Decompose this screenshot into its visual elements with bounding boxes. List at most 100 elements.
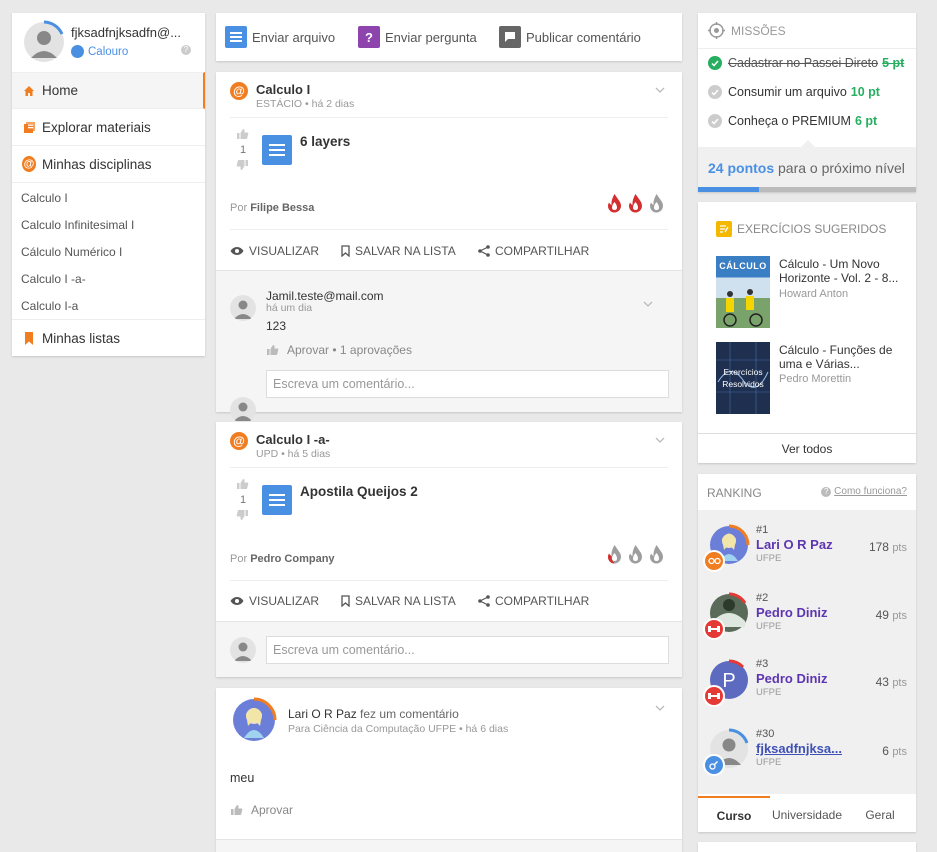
comment-input[interactable]: Escreva um comentário... [266, 636, 669, 664]
approve-link[interactable]: Aprovar [287, 343, 329, 357]
level-badge-icon [71, 45, 84, 58]
share-button[interactable]: COMPARTILHAR [478, 244, 589, 258]
chevron-down-icon[interactable] [655, 87, 665, 93]
document-icon[interactable] [262, 485, 292, 515]
chevron-down-icon[interactable] [643, 301, 653, 307]
commenter-avatar[interactable] [230, 295, 256, 321]
tab-geral[interactable]: Geral [844, 796, 916, 833]
comments-section: Escreva um comentário... [216, 621, 682, 677]
upvote-icon[interactable] [236, 478, 249, 490]
sidebar-item-my-subjects[interactable]: @ Minhas disciplinas [12, 146, 205, 183]
at-icon: @ [22, 156, 36, 172]
mission-points: 5 pt [882, 56, 905, 70]
book-cover[interactable]: CÁLCULO [716, 256, 770, 328]
post-subject[interactable]: Calculo I [256, 82, 354, 97]
subject-link[interactable]: Calculo I -a- [21, 272, 86, 286]
save-label: SALVAR NA LISTA [355, 244, 456, 258]
downvote-icon[interactable] [236, 159, 249, 171]
share-button[interactable]: COMPARTILHAR [478, 594, 589, 608]
see-all-link[interactable]: Ver todos [698, 442, 916, 456]
subject-link[interactable]: Cálculo Numérico I [21, 245, 122, 259]
mission-item[interactable]: Conheça o PREMIUM 6 pt [708, 114, 877, 128]
rank-name[interactable]: Lari O R Paz [756, 537, 833, 552]
comment-input[interactable]: Escreva um comentário... [266, 370, 669, 398]
send-file-button[interactable]: Enviar arquivo [225, 26, 335, 48]
rank-points-unit: pts [892, 677, 907, 689]
sidebar-item-explore[interactable]: Explorar materiais [12, 109, 205, 146]
flame-icon [650, 194, 663, 213]
share-label: COMPARTILHAR [495, 594, 590, 608]
rank-name[interactable]: Pedro Diniz [756, 605, 828, 620]
sidebar-item-label: Minhas listas [42, 330, 121, 346]
save-list-button[interactable]: SALVAR NA LISTA [341, 594, 456, 608]
book-title[interactable]: Cálculo - Funções de uma e Várias... [779, 343, 907, 371]
save-list-button[interactable]: SALVAR NA LISTA [341, 244, 456, 258]
bookmark-icon [22, 331, 36, 345]
book-cover[interactable]: Exercícios Resolvidos [716, 342, 770, 414]
ranking-row[interactable]: #1 Lari O R Paz UFPE 178 pts [698, 514, 916, 581]
chevron-down-icon[interactable] [655, 705, 665, 711]
subject-link[interactable]: Calculo I-a [21, 299, 78, 313]
post-subject[interactable]: Calculo I -a- [256, 432, 330, 447]
rank-position: #2 [756, 592, 769, 604]
sidebar-item-label: Explorar materiais [42, 119, 151, 135]
book-author: Howard Anton [779, 288, 849, 300]
next-card [698, 842, 916, 852]
document-title[interactable]: 6 layers [300, 134, 350, 149]
publish-comment-button[interactable]: Publicar comentário [499, 26, 641, 48]
author-avatar[interactable] [230, 696, 278, 744]
mission-item[interactable]: Consumir um arquivo 10 pt [708, 85, 880, 99]
post-author[interactable]: Pedro Company [250, 553, 334, 565]
badge-dumbbell-icon [703, 618, 725, 640]
flame-icon [608, 545, 621, 564]
rank-name[interactable]: Pedro Diniz [756, 671, 828, 686]
document-icon[interactable] [262, 135, 292, 165]
help-icon[interactable]: ? [181, 45, 191, 55]
downvote-icon[interactable] [236, 509, 249, 521]
user-avatar[interactable] [22, 20, 66, 64]
question-icon: ? [358, 26, 380, 48]
document-title[interactable]: Apostila Queijos 2 [300, 484, 418, 499]
eye-icon [230, 597, 244, 605]
rank-name[interactable]: fjksadfnjksa... [756, 741, 842, 756]
ranking-row[interactable]: #2 Pedro Diniz UFPE 49 pts [698, 582, 916, 649]
flame-icon [650, 545, 663, 564]
badge-dumbbell-icon [703, 685, 725, 707]
subject-link[interactable]: Calculo Infinitesimal I [21, 218, 134, 232]
view-label: VISUALIZAR [249, 594, 320, 608]
post-author[interactable]: Filipe Bessa [250, 202, 314, 214]
thumbs-up-icon[interactable] [266, 344, 279, 356]
sidebar-item-my-lists[interactable]: Minhas listas [12, 319, 205, 356]
approve-link[interactable]: Aprovar [251, 803, 293, 817]
comment-time: há um dia [266, 302, 313, 314]
tab-universidade[interactable]: Universidade [770, 796, 844, 833]
post-author[interactable]: Lari O R Paz [288, 707, 357, 721]
view-button[interactable]: VISUALIZAR [230, 244, 319, 258]
send-question-button[interactable]: ? Enviar pergunta [358, 26, 477, 48]
comment-author[interactable]: Jamil.teste@mail.com [266, 289, 384, 303]
rank-points-unit: pts [892, 746, 907, 758]
mission-points: 10 pt [850, 85, 880, 99]
how-it-works-link[interactable]: Como funciona? [834, 486, 907, 497]
thumbs-up-icon[interactable] [230, 804, 243, 816]
book-title[interactable]: Cálculo - Um Novo Horizonte - Vol. 2 - 8… [779, 257, 907, 285]
tab-curso[interactable]: Curso [698, 796, 770, 833]
comments-section [216, 839, 682, 852]
ranking-row[interactable]: #30 fjksadfnjksa... UFPE 6 pts [698, 718, 916, 785]
divider [230, 467, 668, 468]
feed-post: @ Calculo I -a- UPD • há 5 dias 1 Aposti… [216, 422, 682, 677]
chevron-down-icon[interactable] [655, 437, 665, 443]
eye-icon [230, 247, 244, 255]
upvote-icon[interactable] [236, 128, 249, 140]
ranking-row[interactable]: P #3 Pedro Diniz UFPE 43 pts [698, 650, 916, 717]
library-icon [22, 120, 36, 134]
view-button[interactable]: VISUALIZAR [230, 594, 319, 608]
subject-link[interactable]: Calculo I [21, 191, 68, 205]
share-icon [478, 595, 490, 607]
rank-points-unit: pts [892, 542, 907, 554]
progress-area: 24 pontos para o próximo nível [698, 140, 916, 192]
feed-post: Lari O R Paz fez um comentário Para Ciên… [216, 688, 682, 852]
sidebar-item-label: Minhas disciplinas [42, 156, 152, 172]
sidebar-item-home[interactable]: Home [12, 72, 205, 109]
user-name[interactable]: fjksadfnjksadfn@... [71, 25, 181, 40]
